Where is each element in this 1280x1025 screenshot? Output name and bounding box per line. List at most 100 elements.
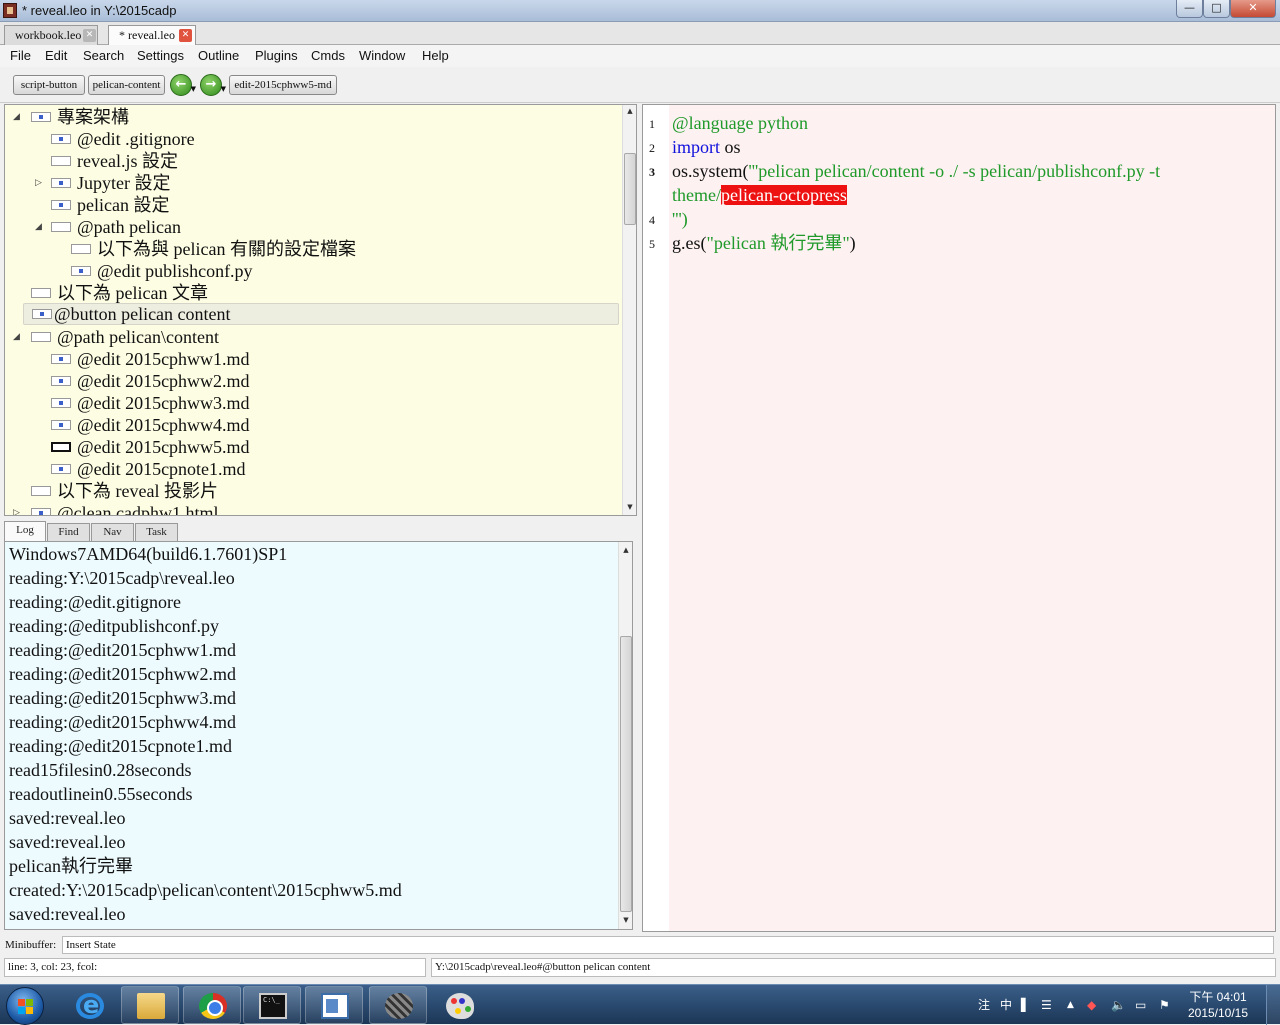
dropdown-caret-icon[interactable]: ▼ xyxy=(191,79,196,99)
action-center-flag-icon[interactable]: ⚑ xyxy=(1159,997,1170,1013)
outline-scrollbar[interactable]: ▲ ▼ xyxy=(622,105,636,515)
node-icon xyxy=(51,222,71,232)
menu-help[interactable]: Help xyxy=(422,48,449,63)
menu-outline[interactable]: Outline xyxy=(198,48,239,63)
code-token: ) xyxy=(849,233,856,253)
leo-app-icon[interactable] xyxy=(3,3,17,18)
expand-arrow-icon[interactable]: ▷ xyxy=(35,172,42,194)
tab-task[interactable]: Task xyxy=(135,523,178,541)
tab-label: * reveal.leo xyxy=(119,28,175,42)
menu-settings[interactable]: Settings xyxy=(137,48,184,63)
ime-phonetic-icon[interactable]: 注 xyxy=(978,997,990,1013)
outline-node[interactable]: @edit .gitignore xyxy=(9,128,609,150)
menu-plugins[interactable]: Plugins xyxy=(255,48,298,63)
tab-log[interactable]: Log xyxy=(4,521,46,541)
taskbar-leo-window[interactable] xyxy=(305,986,363,1024)
chrome-icon xyxy=(199,993,227,1019)
tab-find[interactable]: Find xyxy=(47,523,90,541)
expand-arrow-icon[interactable]: ◢ xyxy=(35,216,42,238)
network-icon[interactable]: ▭ xyxy=(1135,997,1146,1013)
tab-workbook[interactable]: workbook.leo ✕ xyxy=(4,25,98,45)
taskbar-command-prompt[interactable] xyxy=(243,986,301,1024)
taskbar-file-explorer[interactable] xyxy=(121,986,179,1024)
outline-node-selected[interactable]: @button pelican content xyxy=(23,303,619,325)
node-icon xyxy=(51,398,71,408)
expand-arrow-icon[interactable]: ▷ xyxy=(13,502,20,515)
menu-cmds[interactable]: Cmds xyxy=(311,48,345,63)
string-token: '''pelican pelican/content -o ./ -s peli… xyxy=(748,161,1161,181)
taskbar-solid-app[interactable] xyxy=(369,986,427,1024)
close-button[interactable]: ✕ xyxy=(1230,0,1276,18)
taskbar-paint[interactable] xyxy=(430,986,488,1024)
scroll-up-icon[interactable]: ▲ xyxy=(623,107,636,115)
node-icon xyxy=(51,464,71,474)
scroll-down-icon[interactable]: ▼ xyxy=(623,503,636,511)
ime-options-icon[interactable]: ☰ xyxy=(1041,997,1052,1013)
node-icon xyxy=(31,508,51,515)
dropdown-caret-icon[interactable]: ▼ xyxy=(221,79,226,99)
outline-node[interactable]: 以下為 reveal 投影片 xyxy=(9,480,609,502)
outline-node[interactable]: ◢ 專案架構 xyxy=(9,106,609,128)
close-tab-icon[interactable]: ✕ xyxy=(179,29,192,42)
outline-node[interactable]: @edit 2015cphww1.md xyxy=(9,348,609,370)
log-tab-bar: Log Find Nav Task xyxy=(4,521,637,541)
forward-arrow-glyph: → xyxy=(205,77,217,92)
forward-arrow-icon[interactable]: → ▼ xyxy=(200,74,226,96)
outline-node[interactable]: @edit publishconf.py xyxy=(9,260,609,282)
outline-pane[interactable]: ◢ 專案架構 @edit .gitignore reveal.js 設定 ▷ J… xyxy=(4,104,637,516)
close-tab-icon[interactable]: ✕ xyxy=(83,29,96,42)
code-line: g.es("pelican 執行完畢") xyxy=(672,231,856,255)
body-editor-pane[interactable]: 1 2 3 4 5 @language python import os os.… xyxy=(642,104,1276,932)
menu-search[interactable]: Search xyxy=(83,48,124,63)
log-pane[interactable]: Windows7AMD64(build6.1.7601)SP1 reading:… xyxy=(4,541,633,930)
scroll-down-icon[interactable]: ▼ xyxy=(619,916,632,924)
windows-taskbar: 注 中 ▌ ☰ ▲ ◆ 🔈 ▭ ⚑ 下午 04:01 2015/10/15 xyxy=(0,984,1280,1025)
expand-arrow-icon[interactable]: ◢ xyxy=(13,106,20,128)
outline-node[interactable]: @edit 2015cphww4.md xyxy=(9,414,609,436)
code-text-area[interactable]: @language python import os os.system('''… xyxy=(669,105,1275,931)
show-hidden-icons[interactable]: ▲ xyxy=(1067,997,1074,1013)
tab-reveal[interactable]: * reveal.leo ✕ xyxy=(108,25,196,46)
node-label: @button pelican content xyxy=(54,304,231,324)
outline-node[interactable]: @edit 2015cphww2.md xyxy=(9,370,609,392)
menu-file[interactable]: File xyxy=(10,48,31,63)
outline-node[interactable]: 以下為與 pelican 有關的設定檔案 xyxy=(9,238,609,260)
ime-halfwidth-icon[interactable]: ▌ xyxy=(1021,997,1030,1013)
outline-node[interactable]: 以下為 pelican 文章 xyxy=(9,282,609,304)
outline-node[interactable]: @edit 2015cphww5.md xyxy=(9,436,609,458)
start-button[interactable] xyxy=(6,987,44,1025)
ime-chinese-icon[interactable]: 中 xyxy=(1000,997,1012,1013)
minimize-button[interactable]: — xyxy=(1176,0,1203,18)
show-desktop-button[interactable] xyxy=(1266,985,1280,1025)
script-button[interactable]: script-button xyxy=(13,75,85,95)
back-arrow-glyph: ← xyxy=(175,77,187,92)
folder-icon xyxy=(137,993,165,1019)
scroll-up-icon[interactable]: ▲ xyxy=(619,546,632,554)
expand-arrow-icon[interactable]: ◢ xyxy=(13,326,20,348)
minibuffer-input[interactable]: Insert State xyxy=(62,936,1274,954)
taskbar-internet-explorer[interactable] xyxy=(60,986,118,1024)
outline-node[interactable]: @edit 2015cphww3.md xyxy=(9,392,609,414)
log-scrollbar[interactable]: ▲ ▼ xyxy=(618,542,632,929)
outline-node[interactable]: pelican 設定 xyxy=(9,194,609,216)
pelican-content-button[interactable]: pelican-content xyxy=(88,75,165,95)
outline-node[interactable]: ▷ Jupyter 設定 xyxy=(9,172,609,194)
scroll-thumb[interactable] xyxy=(624,153,636,225)
back-arrow-icon[interactable]: ← ▼ xyxy=(170,74,196,96)
outline-node[interactable]: @edit 2015cpnote1.md xyxy=(9,458,609,480)
outline-node[interactable]: ◢ @path pelican xyxy=(9,216,609,238)
outline-node[interactable]: reveal.js 設定 xyxy=(9,150,609,172)
edit-2015cphww5-md-button[interactable]: edit-2015cphww5-md xyxy=(229,75,337,95)
outline-node[interactable]: ◢ @path pelican\content xyxy=(9,326,609,348)
scroll-thumb[interactable] xyxy=(620,636,632,912)
clock[interactable]: 下午 04:01 2015/10/15 xyxy=(1186,989,1250,1021)
taskbar-chrome[interactable] xyxy=(183,986,241,1024)
tab-nav[interactable]: Nav xyxy=(91,523,134,541)
menu-window[interactable]: Window xyxy=(359,48,405,63)
volume-icon[interactable]: 🔈 xyxy=(1111,997,1126,1013)
menu-edit[interactable]: Edit xyxy=(45,48,67,63)
maximize-button[interactable]: □ xyxy=(1203,0,1230,18)
title-bar[interactable]: * reveal.leo in Y:\2015cadp — □ ✕ xyxy=(0,0,1280,22)
outline-node[interactable]: ▷ @clean cadphw1.html xyxy=(9,502,609,515)
antivirus-icon[interactable]: ◆ xyxy=(1087,997,1096,1013)
